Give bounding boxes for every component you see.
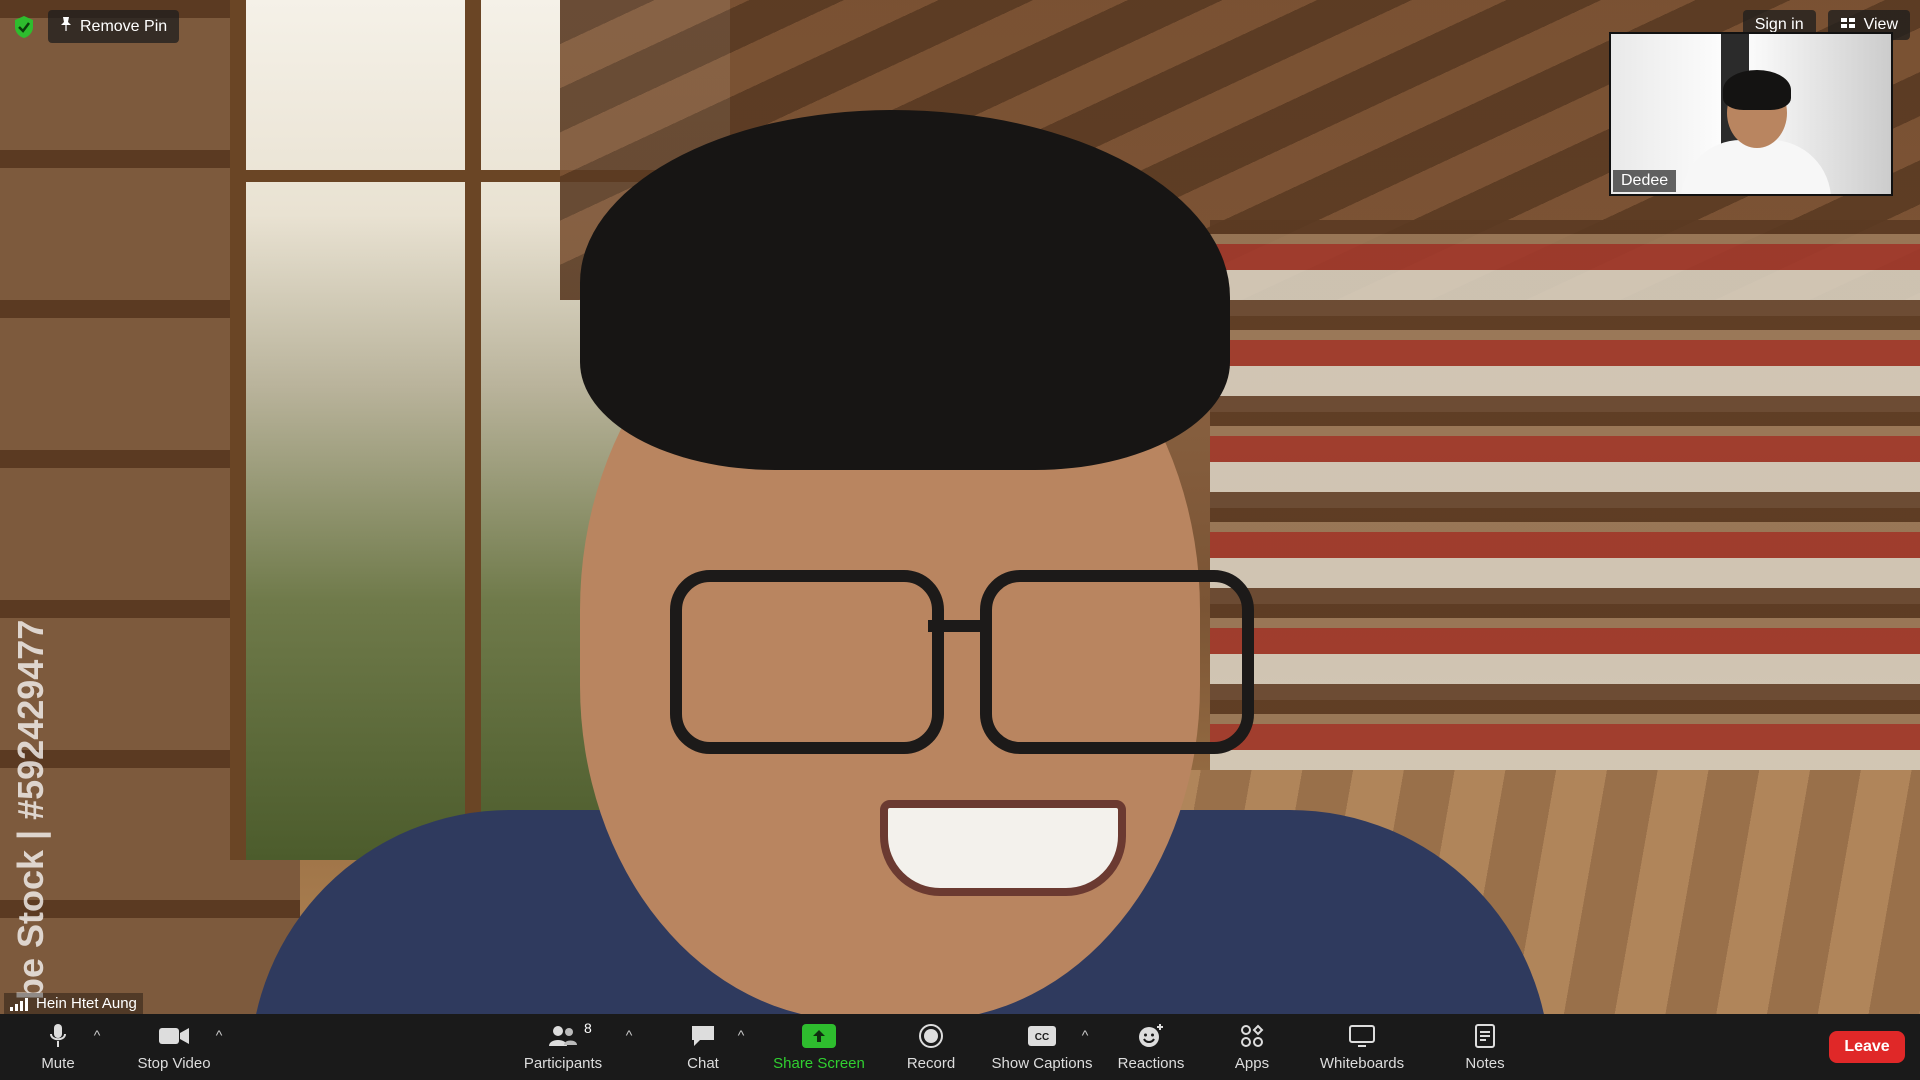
caret-up-icon[interactable]: ^ bbox=[734, 1027, 748, 1043]
mic-icon bbox=[48, 1023, 68, 1049]
pin-icon bbox=[60, 16, 72, 37]
caret-up-icon[interactable]: ^ bbox=[90, 1027, 104, 1043]
main-participant-video bbox=[250, 110, 1550, 1014]
whiteboard-icon bbox=[1348, 1023, 1376, 1049]
remove-pin-button[interactable]: Remove Pin bbox=[48, 10, 180, 43]
caret-up-icon[interactable]: ^ bbox=[212, 1027, 226, 1043]
participant-hair bbox=[580, 110, 1230, 470]
reactions-label: Reactions bbox=[1117, 1054, 1185, 1072]
caret-up-icon[interactable]: ^ bbox=[622, 1027, 636, 1043]
leave-button[interactable]: Leave bbox=[1829, 1031, 1905, 1063]
record-icon bbox=[919, 1023, 943, 1049]
notes-label: Notes bbox=[1465, 1054, 1505, 1072]
apps-button[interactable]: Apps bbox=[1232, 1014, 1272, 1080]
glasses-lens-left bbox=[670, 570, 944, 754]
stop-video-button[interactable]: Stop Video bbox=[134, 1014, 214, 1080]
share-screen-icon bbox=[802, 1023, 836, 1049]
shield-icon[interactable] bbox=[10, 13, 38, 41]
participant-thumbnail[interactable]: Dedee bbox=[1609, 32, 1893, 196]
show-captions-label: Show Captions bbox=[991, 1054, 1093, 1072]
glasses-lens-right bbox=[980, 570, 1254, 754]
mute-button[interactable]: Mute bbox=[30, 1014, 86, 1080]
main-participant-namebar: Hein Htet Aung bbox=[4, 993, 143, 1014]
record-label: Record bbox=[906, 1054, 956, 1072]
cc-icon: CC bbox=[1027, 1023, 1057, 1049]
apps-icon bbox=[1239, 1023, 1265, 1049]
mute-label: Mute bbox=[41, 1054, 75, 1072]
chat-button[interactable]: Chat bbox=[680, 1014, 726, 1080]
chat-label: Chat bbox=[687, 1054, 719, 1072]
participant-glasses bbox=[670, 570, 1254, 754]
notes-icon bbox=[1474, 1023, 1496, 1049]
thumbnail-hair bbox=[1723, 70, 1791, 110]
participants-label: Participants bbox=[523, 1054, 603, 1072]
meeting-toolbar: Mute ^ Stop Video ^ Participants 8 ^ Cha… bbox=[0, 1014, 1920, 1080]
top-left-controls: Remove Pin bbox=[10, 10, 180, 43]
svg-text:CC: CC bbox=[1035, 1032, 1049, 1043]
participants-count: 8 bbox=[584, 1020, 592, 1036]
participants-button[interactable]: Participants bbox=[520, 1014, 606, 1080]
people-icon bbox=[548, 1023, 578, 1049]
stop-video-label: Stop Video bbox=[137, 1054, 211, 1072]
camera-icon bbox=[158, 1023, 190, 1049]
thumbnail-participant-name: Dedee bbox=[1613, 170, 1677, 192]
participant-smile bbox=[880, 800, 1126, 896]
window-frame bbox=[230, 0, 246, 860]
whiteboards-button[interactable]: Whiteboards bbox=[1314, 1014, 1410, 1080]
share-screen-icon-box bbox=[802, 1023, 836, 1048]
caret-up-icon[interactable]: ^ bbox=[1078, 1027, 1092, 1043]
notes-button[interactable]: Notes bbox=[1460, 1014, 1510, 1080]
show-captions-button[interactable]: CC Show Captions bbox=[990, 1014, 1094, 1080]
main-participant-name: Hein Htet Aung bbox=[36, 995, 137, 1012]
record-button[interactable]: Record bbox=[900, 1014, 962, 1080]
share-screen-button[interactable]: Share Screen bbox=[772, 1014, 866, 1080]
remove-pin-label: Remove Pin bbox=[80, 17, 168, 35]
reactions-icon bbox=[1137, 1023, 1165, 1049]
reactions-button[interactable]: Reactions bbox=[1116, 1014, 1186, 1080]
chat-icon bbox=[690, 1023, 716, 1049]
signal-icon bbox=[10, 997, 28, 1011]
share-screen-label: Share Screen bbox=[773, 1054, 865, 1072]
whiteboards-label: Whiteboards bbox=[1319, 1054, 1405, 1072]
apps-label: Apps bbox=[1234, 1054, 1270, 1072]
stock-watermark: be Stock | #592429477 bbox=[10, 619, 51, 1000]
glasses-bridge bbox=[928, 620, 988, 632]
